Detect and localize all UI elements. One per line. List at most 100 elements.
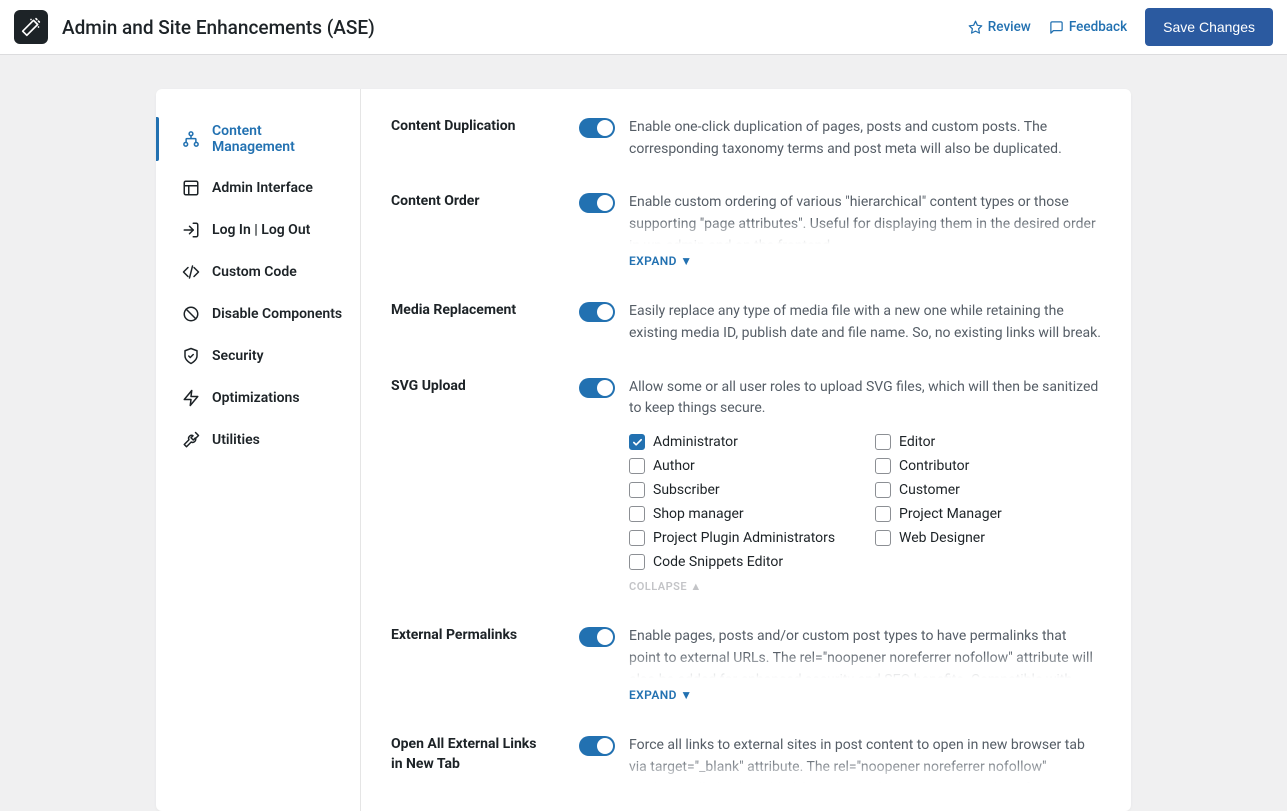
sidebar-item-login-logout[interactable]: Log In | Log Out — [156, 209, 360, 251]
role-label: Contributor — [899, 458, 969, 474]
layout-icon — [182, 179, 200, 197]
role-checkbox[interactable]: Project Manager — [875, 506, 1101, 522]
star-icon — [968, 20, 983, 35]
setting-title: Content Order — [391, 192, 551, 269]
checkbox-icon — [629, 506, 645, 522]
checkbox-icon — [629, 482, 645, 498]
role-label: Project Plugin Administrators — [653, 530, 835, 546]
setting-desc: Enable pages, posts and/or custom post t… — [629, 626, 1101, 678]
sidebar-item-label: Security — [212, 348, 264, 364]
bolt-icon — [182, 389, 200, 407]
role-checkbox[interactable]: Customer — [875, 482, 1101, 498]
role-label: Shop manager — [653, 506, 744, 522]
role-label: Administrator — [653, 434, 738, 450]
role-checkbox[interactable]: Author — [629, 458, 855, 474]
setting-desc: Enable custom ordering of various "hiera… — [629, 192, 1101, 244]
sidebar-item-content-management[interactable]: Content Management — [156, 111, 360, 167]
sidebar-item-label: Optimizations — [212, 390, 300, 406]
sidebar-item-label: Utilities — [212, 432, 260, 448]
setting-desc: Force all links to external sites in pos… — [629, 735, 1101, 783]
role-checkbox[interactable]: Code Snippets Editor — [629, 554, 855, 570]
sitemap-icon — [182, 130, 200, 148]
role-checkbox[interactable]: Contributor — [875, 458, 1101, 474]
toggle-external-permalinks[interactable] — [579, 627, 615, 647]
checkbox-icon — [629, 434, 645, 450]
toggle-content-duplication[interactable] — [579, 118, 615, 138]
sidebar: Content Management Admin Interface Log I… — [156, 89, 361, 811]
header-actions: Review Feedback Save Changes — [968, 8, 1273, 46]
review-link[interactable]: Review — [968, 19, 1031, 35]
checkbox-icon — [875, 458, 891, 474]
feedback-label: Feedback — [1069, 19, 1127, 35]
setting-desc: Allow some or all user roles to upload S… — [629, 377, 1101, 420]
save-button[interactable]: Save Changes — [1145, 8, 1273, 46]
checkbox-icon — [629, 530, 645, 546]
expand-button[interactable]: EXPAND ▼ — [629, 688, 693, 702]
desc-text: Enable pages, posts and/or custom post t… — [629, 628, 1093, 678]
sidebar-item-disable-components[interactable]: Disable Components — [156, 293, 360, 335]
shield-icon — [182, 347, 200, 365]
feedback-link[interactable]: Feedback — [1049, 19, 1127, 35]
settings-panel: Content Management Admin Interface Log I… — [156, 89, 1131, 811]
setting-content-duplication: Content Duplication Enable one-click dup… — [391, 117, 1101, 160]
setting-title: External Permalinks — [391, 626, 551, 703]
chat-icon — [1049, 20, 1064, 35]
sidebar-item-label: Log In | Log Out — [212, 222, 310, 238]
role-checkbox[interactable]: Web Designer — [875, 530, 1101, 546]
role-label: Customer — [899, 482, 960, 498]
collapse-button[interactable]: COLLAPSE ▲ — [629, 580, 702, 593]
role-label: Author — [653, 458, 695, 474]
app-logo — [14, 10, 48, 44]
setting-desc: Easily replace any type of media file wi… — [629, 301, 1101, 344]
role-label: Code Snippets Editor — [653, 554, 783, 570]
app-header: Admin and Site Enhancements (ASE) Review… — [0, 0, 1287, 55]
login-icon — [182, 221, 200, 239]
toggle-svg-upload[interactable] — [579, 378, 615, 398]
setting-media-replacement: Media Replacement Easily replace any typ… — [391, 301, 1101, 344]
toggle-open-external-links[interactable] — [579, 736, 615, 756]
sidebar-item-utilities[interactable]: Utilities — [156, 419, 360, 461]
role-checkbox[interactable]: Shop manager — [629, 506, 855, 522]
ban-icon — [182, 305, 200, 323]
tools-icon — [182, 431, 200, 449]
settings-content: Content Duplication Enable one-click dup… — [361, 89, 1131, 811]
sidebar-item-label: Custom Code — [212, 264, 297, 280]
sidebar-item-custom-code[interactable]: Custom Code — [156, 251, 360, 293]
sidebar-item-label: Admin Interface — [212, 180, 313, 196]
checkbox-icon — [875, 434, 891, 450]
setting-svg-upload: SVG Upload Allow some or all user roles … — [391, 377, 1101, 594]
code-icon — [182, 263, 200, 281]
checkbox-icon — [875, 506, 891, 522]
toggle-media-replacement[interactable] — [579, 302, 615, 322]
sidebar-item-label: Content Management — [212, 123, 346, 155]
checkbox-icon — [875, 530, 891, 546]
role-label: Web Designer — [899, 530, 985, 546]
toggle-content-order[interactable] — [579, 193, 615, 213]
page-title: Admin and Site Enhancements (ASE) — [62, 16, 375, 39]
setting-title: SVG Upload — [391, 377, 551, 594]
sidebar-item-admin-interface[interactable]: Admin Interface — [156, 167, 360, 209]
review-label: Review — [988, 19, 1031, 35]
setting-open-external-links: Open All External Links in New Tab Force… — [391, 735, 1101, 783]
role-label: Project Manager — [899, 506, 1002, 522]
checkbox-icon — [629, 458, 645, 474]
expand-button[interactable]: EXPAND ▼ — [629, 254, 693, 268]
checkbox-icon — [875, 482, 891, 498]
wand-icon — [21, 17, 41, 37]
setting-external-permalinks: External Permalinks Enable pages, posts … — [391, 626, 1101, 703]
setting-content-order: Content Order Enable custom ordering of … — [391, 192, 1101, 269]
setting-title: Media Replacement — [391, 301, 551, 344]
role-label: Editor — [899, 434, 935, 450]
setting-title: Open All External Links in New Tab — [391, 735, 551, 783]
setting-desc: Enable one-click duplication of pages, p… — [629, 117, 1101, 160]
checkbox-icon — [629, 554, 645, 570]
role-label: Subscriber — [653, 482, 720, 498]
role-checkbox[interactable]: Subscriber — [629, 482, 855, 498]
setting-title: Content Duplication — [391, 117, 551, 160]
role-checkbox[interactable]: Editor — [875, 434, 1101, 450]
sidebar-item-security[interactable]: Security — [156, 335, 360, 377]
role-checkbox[interactable]: Project Plugin Administrators — [629, 530, 855, 546]
roles-grid: Administrator Editor Author Contributor Subs… — [629, 434, 1101, 570]
role-checkbox[interactable]: Administrator — [629, 434, 855, 450]
sidebar-item-optimizations[interactable]: Optimizations — [156, 377, 360, 419]
